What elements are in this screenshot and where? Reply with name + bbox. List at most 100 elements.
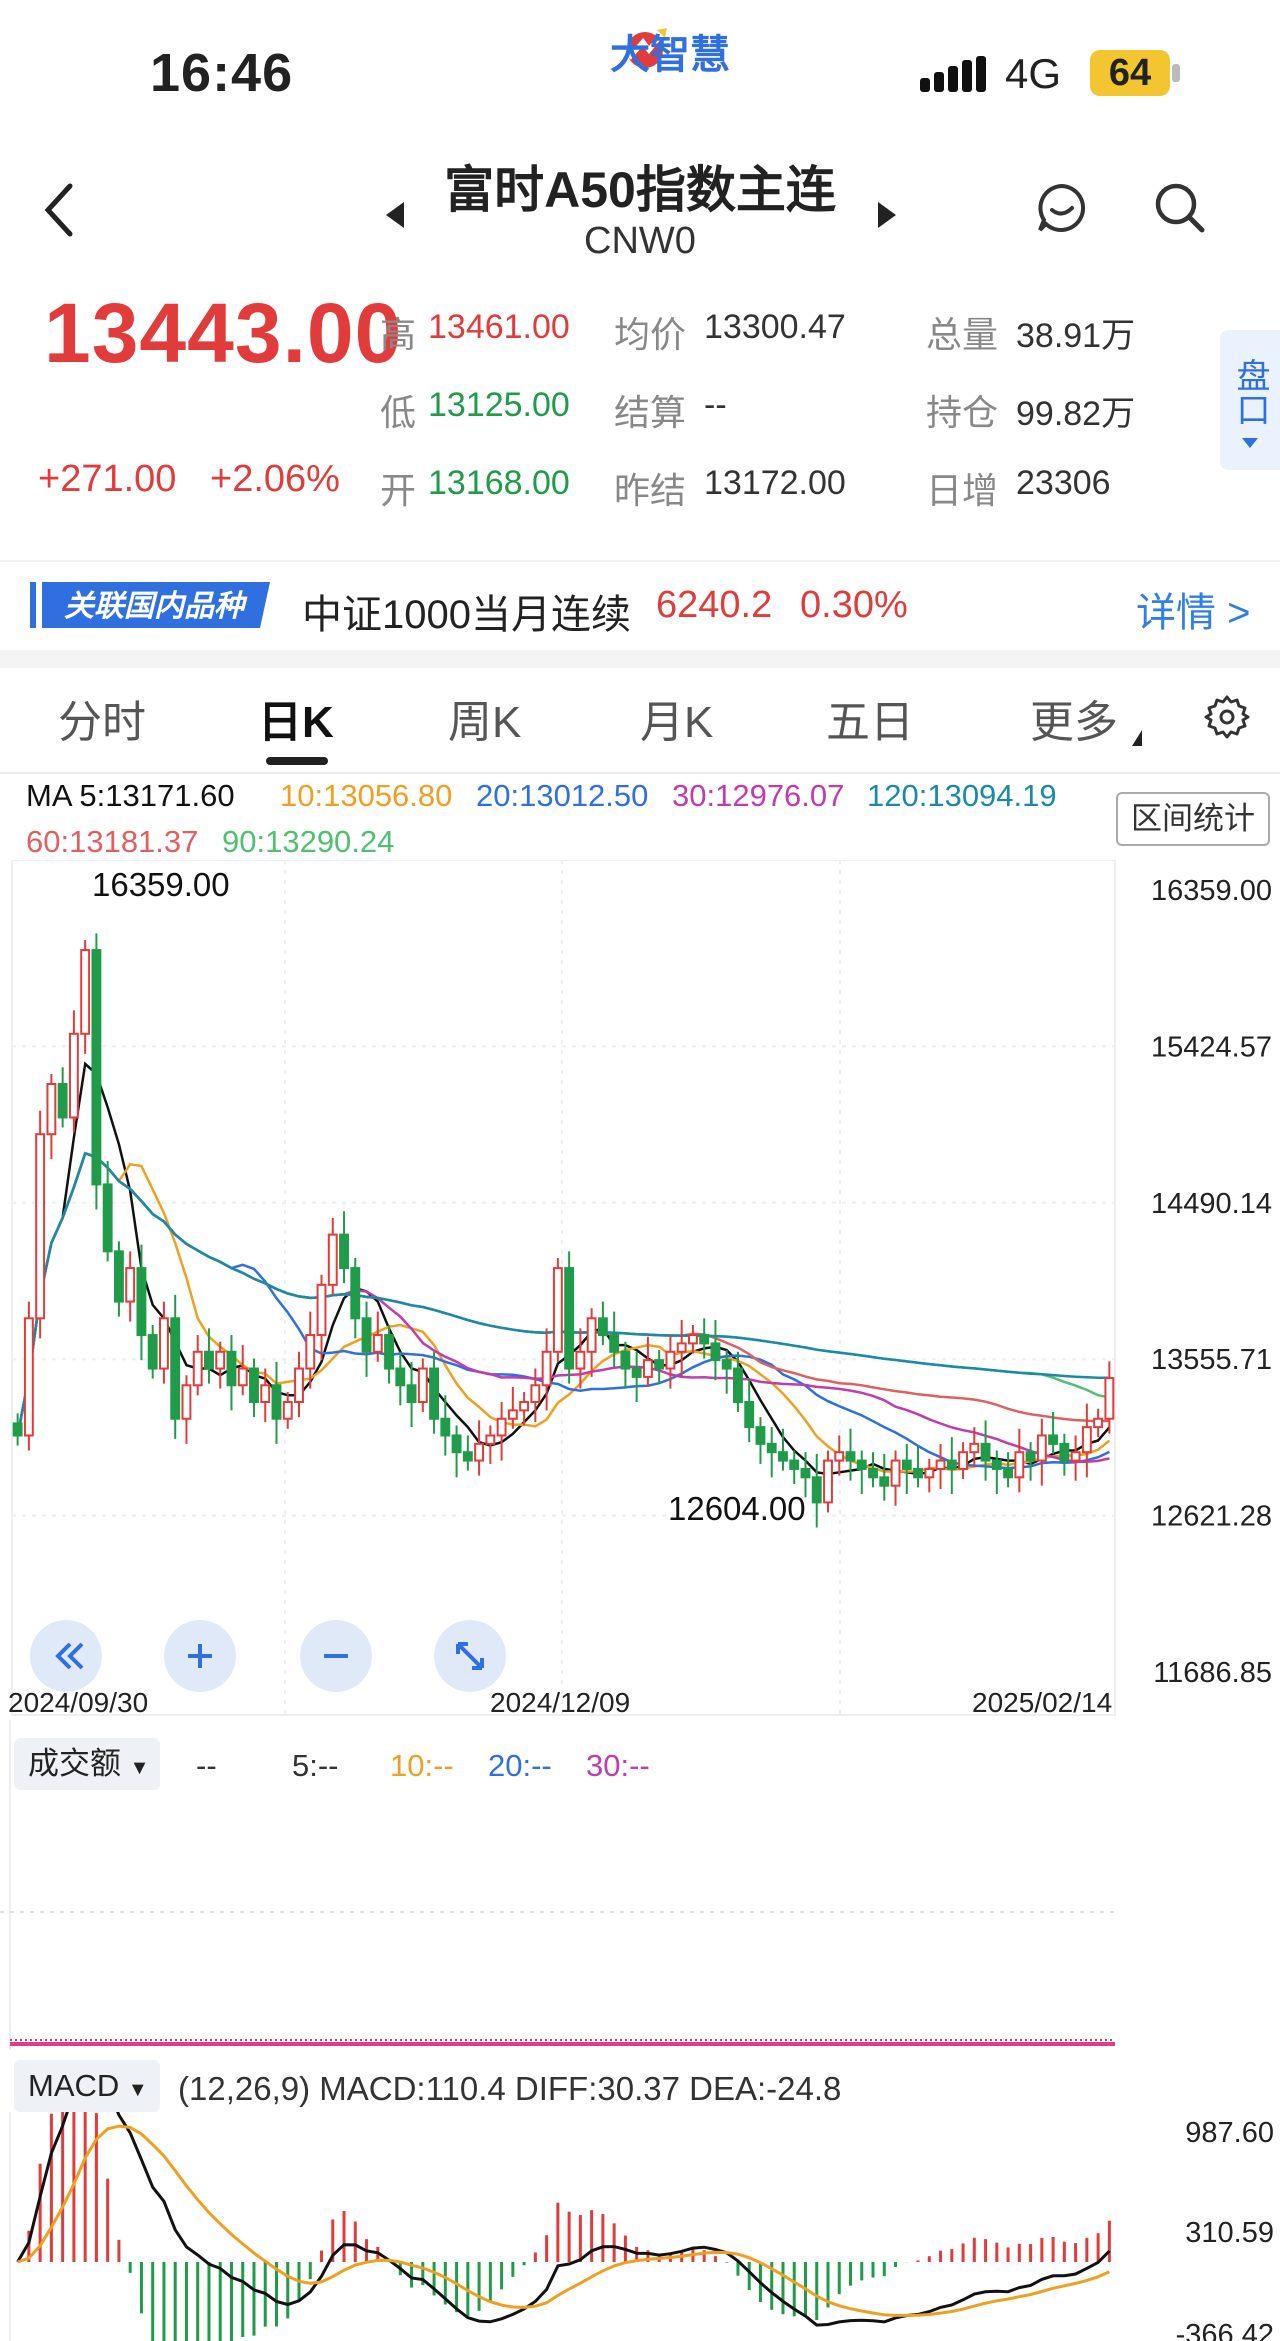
quote-value: 99.82万 — [1016, 395, 1136, 433]
quote-value: 13172.00 — [704, 464, 846, 502]
tab-1[interactable]: 日K — [258, 686, 334, 750]
ma90-line — [16, 1151, 1110, 1436]
related-detail-link[interactable]: 详情 > — [1136, 580, 1250, 638]
divider — [0, 560, 1280, 562]
high-marker-label: 16359.00 — [92, 866, 230, 903]
candle — [845, 1451, 856, 1462]
fullscreen-button[interactable] — [434, 1620, 506, 1692]
candle — [654, 1359, 665, 1370]
price-change: +271.00 — [38, 458, 177, 500]
y-tick-label: 13555.71 — [1151, 1344, 1272, 1376]
order-book-label: 盘口 — [1231, 358, 1269, 426]
search-icon[interactable] — [1152, 180, 1208, 236]
quote-label: 开 — [380, 470, 417, 511]
ma10-line — [16, 1151, 1111, 1473]
candle — [237, 1367, 248, 1387]
candle — [485, 1434, 496, 1445]
quote-label: 总量 — [926, 314, 999, 355]
expand-icon — [456, 1642, 484, 1670]
x-tick-label: 2025/02/14 — [972, 1687, 1112, 1718]
candle — [620, 1350, 631, 1370]
candle — [766, 1442, 777, 1454]
candle — [159, 1317, 169, 1370]
candle — [834, 1451, 845, 1462]
candle — [372, 1334, 383, 1353]
ma120-line — [16, 1151, 1110, 1436]
y-tick-label: 14490.14 — [1151, 1188, 1272, 1220]
tab-2[interactable]: 周K — [448, 686, 521, 750]
chart-grid — [11, 860, 1116, 1716]
candle — [958, 1451, 968, 1470]
minus-icon — [324, 1654, 348, 1658]
related-tag-text: 关联国内品种 — [64, 590, 248, 623]
candle — [1048, 1434, 1059, 1445]
scroll-left-button[interactable] — [30, 1620, 102, 1692]
candle — [395, 1367, 406, 1387]
related-price: 6240.2 — [656, 584, 773, 626]
candle — [440, 1417, 451, 1437]
candle — [23, 1317, 34, 1437]
candle — [946, 1459, 957, 1470]
candlesticks — [12, 933, 1115, 1528]
candle — [80, 949, 91, 1035]
y-tick-label: 12621.28 — [1151, 1501, 1272, 1533]
candle — [530, 1384, 541, 1403]
app-brand: 大智慧 — [610, 33, 730, 77]
candle — [913, 1467, 923, 1479]
candle — [800, 1467, 811, 1479]
ma10-value: 10:13056.80 — [280, 778, 453, 813]
back-arrow-icon[interactable] — [40, 180, 80, 240]
candle — [609, 1334, 620, 1353]
candle — [541, 1350, 552, 1387]
kline-chart[interactable]: 16359.00 15424.57 14490.14 13555.71 12621.28… — [0, 860, 1280, 1720]
zoom-out-button[interactable] — [300, 1620, 372, 1692]
network-type: 4G — [1005, 50, 1062, 97]
tab-5[interactable]: 更多 — [1030, 686, 1118, 750]
candle — [1025, 1451, 1036, 1462]
battery-icon — [1172, 64, 1180, 82]
dea-line — [17, 2124, 1111, 2317]
contract-code: CNW0 — [584, 220, 696, 262]
range-stats-button[interactable]: 区间统计 — [1116, 792, 1270, 846]
candle — [417, 1367, 428, 1403]
quote-value: 13125.00 — [428, 386, 570, 424]
y-tick-label: 15424.57 — [1151, 1031, 1272, 1063]
quote-value: -- — [704, 386, 727, 424]
candle — [755, 1426, 766, 1445]
candle — [665, 1350, 676, 1370]
next-contract-icon[interactable] — [876, 200, 898, 230]
macd-indicator-select[interactable]: MACD ▼ — [14, 2060, 160, 2112]
candle — [91, 949, 102, 1186]
candle — [316, 1283, 327, 1337]
battery-level: 64 — [1090, 50, 1170, 96]
zoom-in-button[interactable] — [164, 1620, 236, 1692]
related-pct: 0.30% — [800, 584, 908, 626]
candle — [1093, 1417, 1104, 1429]
candle — [181, 1384, 192, 1420]
candle — [327, 1233, 338, 1286]
order-book-tab[interactable]: 盘口 — [1220, 330, 1280, 470]
candle — [631, 1367, 642, 1378]
tab-3[interactable]: 月K — [640, 686, 713, 750]
active-tab-indicator — [266, 757, 328, 765]
candle — [339, 1233, 349, 1270]
candle — [215, 1350, 226, 1370]
chat-icon[interactable] — [1036, 182, 1088, 234]
candle — [249, 1367, 259, 1403]
candle — [271, 1384, 282, 1420]
candle — [406, 1384, 417, 1403]
candle — [12, 1422, 23, 1437]
gear-icon[interactable] — [1204, 694, 1250, 740]
candle — [305, 1334, 316, 1370]
candle — [1059, 1442, 1070, 1462]
ma5-value: MA 5:13171.60 — [26, 778, 235, 813]
macd-y-tick: -366.42 — [1176, 2319, 1274, 2341]
tab-4[interactable]: 五日 — [826, 686, 914, 750]
macd-y-tick: 310.59 — [1185, 2217, 1274, 2249]
y-tick-label: 16359.00 — [1151, 875, 1272, 907]
ma30-value: 30:12976.07 — [672, 778, 845, 813]
moving-average-lines — [16, 1061, 1111, 1476]
candle — [1081, 1426, 1092, 1454]
tab-0[interactable]: 分时 — [58, 686, 146, 750]
related-name[interactable]: 中证1000当月连续 — [302, 582, 631, 640]
